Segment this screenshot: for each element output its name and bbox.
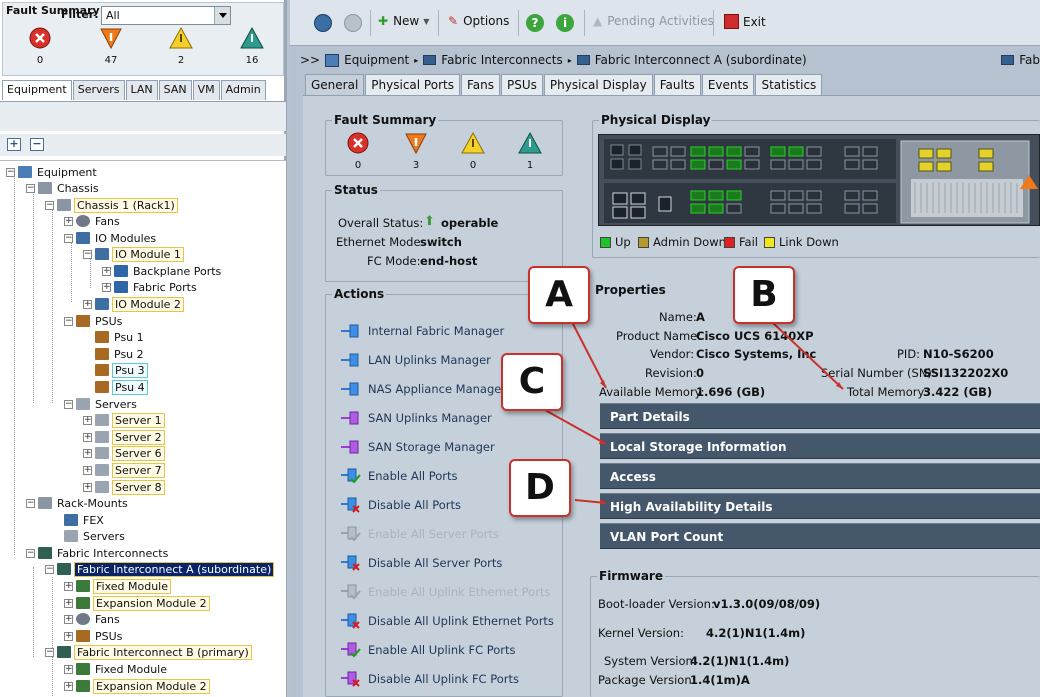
callout-pointers	[544, 321, 844, 505]
callout-a: A	[528, 266, 590, 324]
callout-c: C	[501, 353, 563, 411]
callout-b: B	[733, 266, 795, 324]
callout-d: D	[509, 459, 571, 517]
